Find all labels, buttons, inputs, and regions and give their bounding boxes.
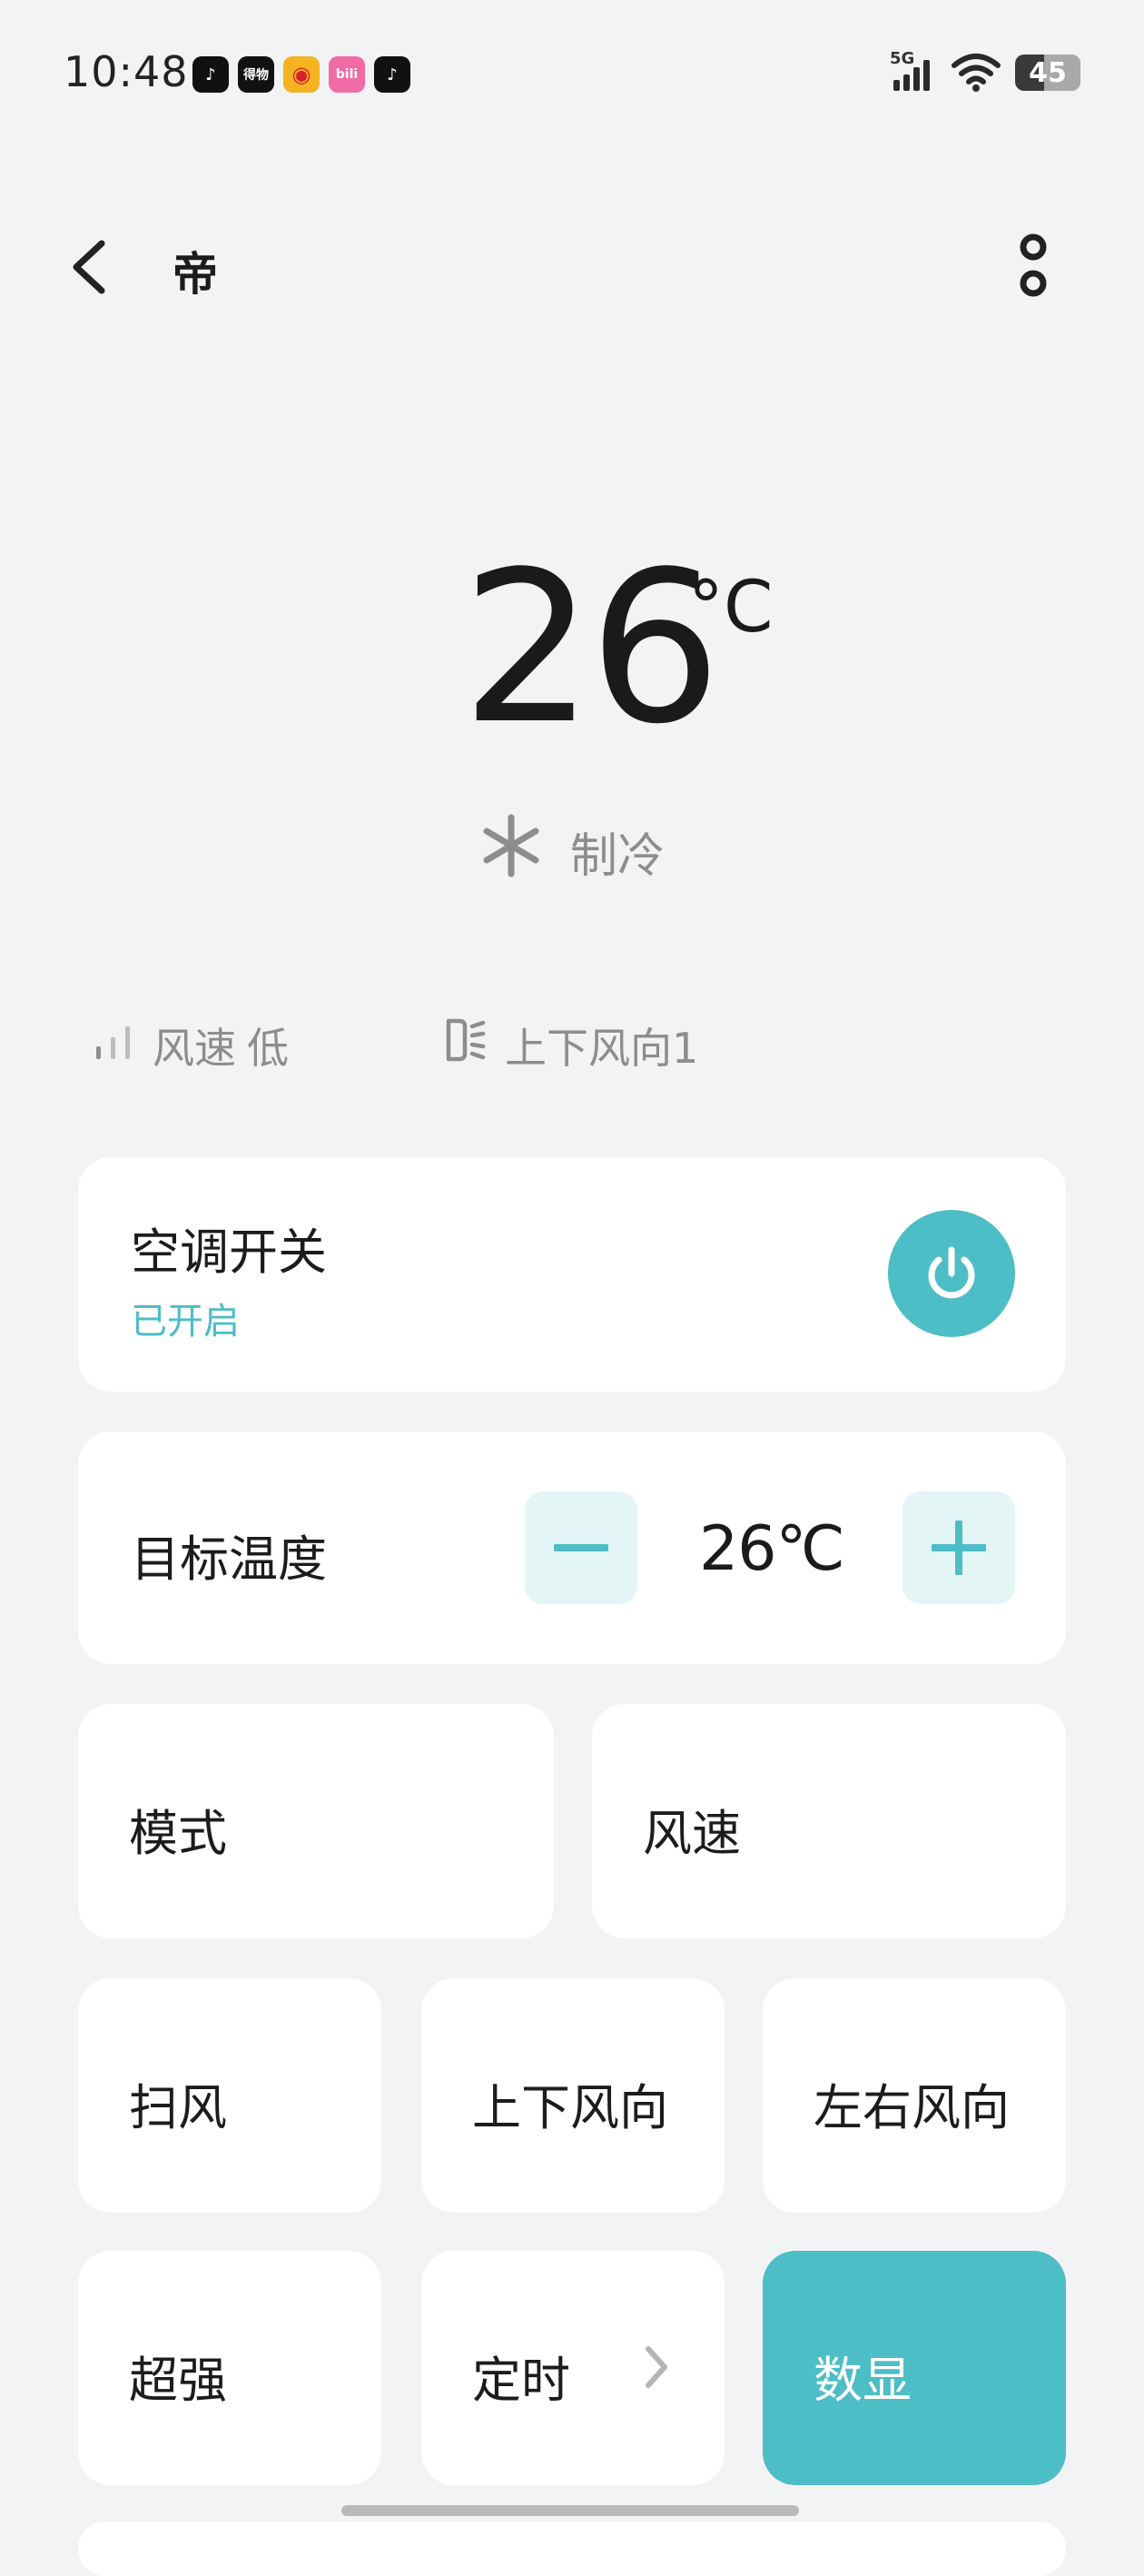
minus-icon [554, 1544, 608, 1551]
vertical-vane-label: 上下风向 [472, 2079, 668, 2136]
bilibili-icon: bili [329, 56, 365, 93]
horizontal-vane-label: 左右风向 [814, 2079, 1010, 2136]
current-temperature: 26 [461, 528, 722, 770]
weibo-icon: ◉ [283, 56, 320, 93]
more-options-icon[interactable] [1015, 231, 1051, 303]
home-indicator[interactable] [341, 2505, 799, 2516]
current-mode: 制冷 [570, 829, 666, 884]
display-toggle-button[interactable]: 数显 [763, 2251, 1066, 2485]
dewu-icon: 得物 [238, 56, 274, 93]
mode-button[interactable]: 模式 [78, 1704, 554, 1938]
power-status: 已开启 [131, 1301, 240, 1342]
fan-speed-button[interactable]: 风速 [592, 1704, 1066, 1938]
tiktok-icon: ♪ [374, 56, 410, 93]
back-icon[interactable] [67, 238, 111, 296]
power-label: 空调开关 [131, 1224, 327, 1281]
battery-level: 45 [1029, 56, 1067, 89]
notification-app-icons: ♪ 得物 ◉ bili ♪ [192, 56, 410, 93]
power-button[interactable] [888, 1210, 1015, 1337]
vertical-vane-status: 上下风向1 [505, 1024, 699, 1073]
page-title: 帝 [173, 248, 218, 301]
swing-label: 扫风 [129, 2079, 227, 2136]
turbo-button[interactable]: 超强 [78, 2251, 381, 2485]
cellular-signal-icon: 5G [890, 49, 937, 93]
mode-label: 模式 [129, 1805, 227, 1862]
fan-speed-value: 低 [247, 1024, 289, 1073]
power-icon [928, 1246, 975, 1299]
target-temperature-card: 目标温度 26℃ [78, 1432, 1066, 1664]
vertical-vane-icon [446, 1018, 486, 1062]
battery-indicator: 45 [1015, 54, 1080, 91]
wifi-icon [952, 54, 1001, 92]
turbo-label: 超强 [129, 2352, 227, 2409]
increase-temperature-button[interactable] [902, 1491, 1015, 1604]
status-indicators: 5G 45 [890, 49, 1080, 93]
target-temperature-label: 目标温度 [131, 1531, 327, 1588]
target-temperature-value: 26℃ [699, 1513, 845, 1585]
tiktok-icon: ♪ [192, 56, 229, 93]
power-card: 空调开关 已开启 [78, 1157, 1066, 1392]
vertical-vane-button[interactable]: 上下风向 [421, 1978, 725, 2213]
swing-button[interactable]: 扫风 [78, 1978, 381, 2213]
horizontal-vane-button[interactable]: 左右风向 [763, 1978, 1066, 2213]
temperature-unit: °C [688, 567, 774, 649]
timer-label: 定时 [472, 2352, 570, 2409]
status-time: 10:48 [64, 47, 189, 96]
timer-button[interactable]: 定时 [421, 2251, 725, 2485]
chevron-right-icon [646, 2346, 667, 2388]
display-label: 数显 [814, 2352, 912, 2409]
plus-icon [932, 1521, 986, 1575]
snowflake-icon [483, 814, 539, 877]
decrease-temperature-button[interactable] [525, 1491, 637, 1604]
fan-speed-button-label: 风速 [643, 1805, 741, 1862]
partial-card [78, 2522, 1066, 2576]
fan-speed-icon [96, 1026, 130, 1059]
fan-speed-label: 风速 [153, 1024, 236, 1073]
